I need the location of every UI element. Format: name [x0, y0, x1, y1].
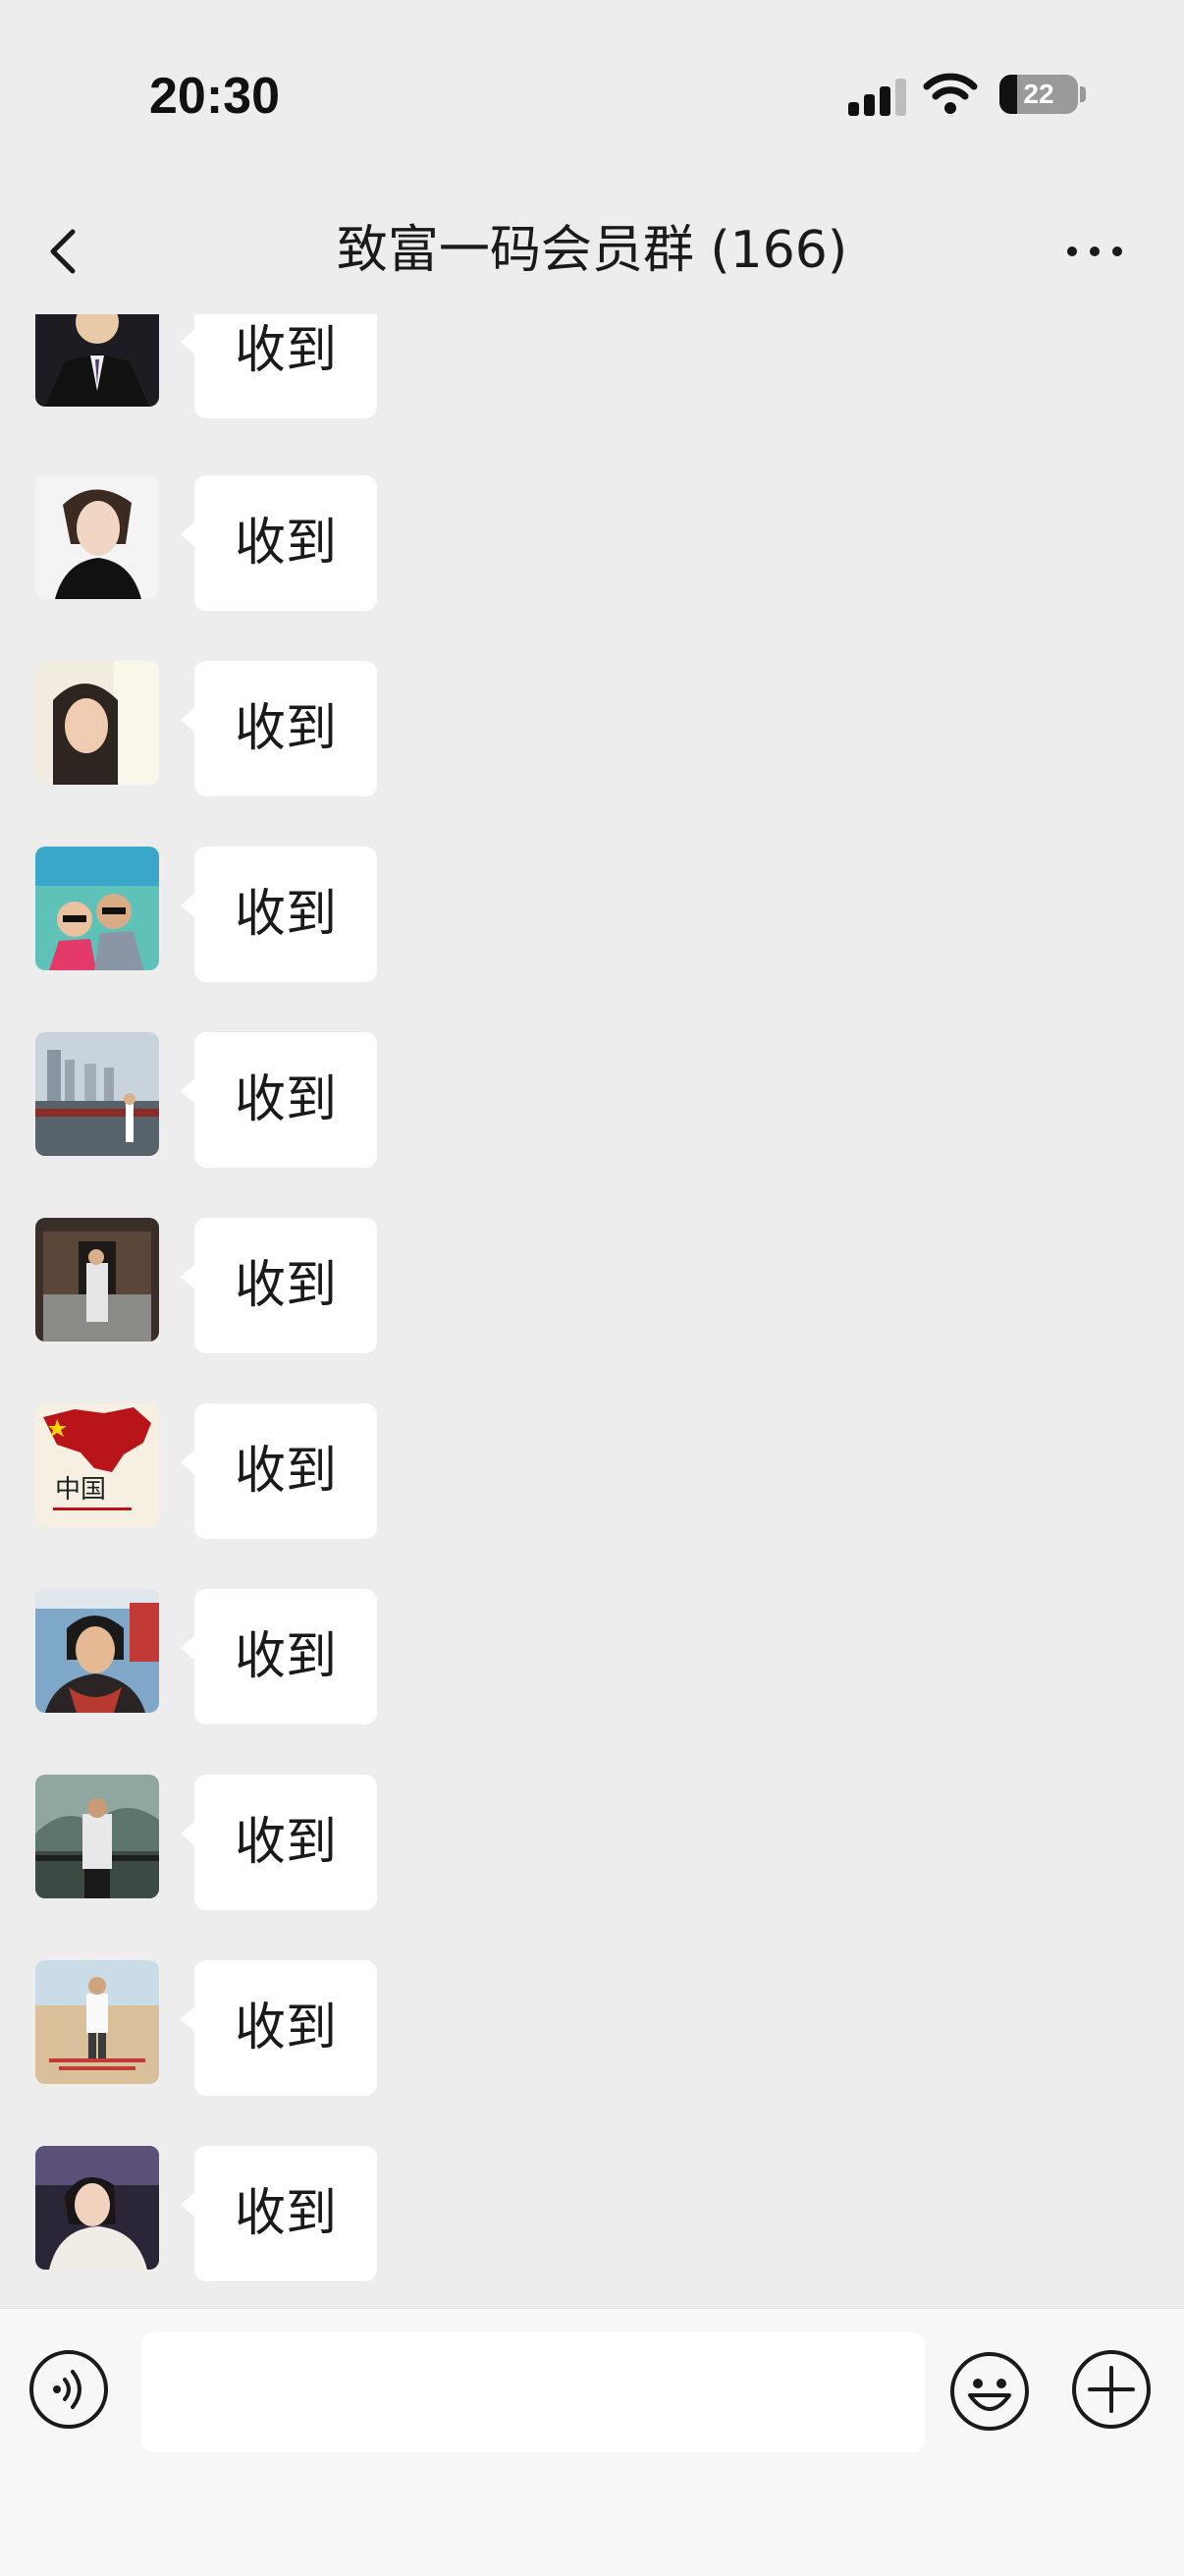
avatar[interactable]: [35, 2146, 159, 2270]
chat-message: 收到: [35, 314, 428, 420]
page-title: 致富一码会员群 (166): [336, 221, 848, 280]
chat-message: 收到: [35, 1589, 428, 1726]
message-bubble[interactable]: 收到: [181, 1403, 377, 1539]
more-dots-icon[interactable]: [1060, 226, 1129, 277]
message-bubble[interactable]: 收到: [181, 1218, 377, 1353]
emoji-icon[interactable]: [948, 2350, 1031, 2433]
chat-message-list[interactable]: 收到 收到 收到 收到 收到 收到 中国 收到 收到 收到 收到 收到: [0, 314, 1184, 2308]
voice-icon[interactable]: [27, 2348, 110, 2431]
avatar[interactable]: [35, 1775, 159, 1898]
avatar[interactable]: [35, 661, 159, 785]
message-bubble[interactable]: 收到: [181, 661, 377, 796]
cellular-signal-icon: [848, 77, 907, 116]
message-bubble[interactable]: 收到: [181, 1032, 377, 1168]
avatar[interactable]: [35, 314, 159, 407]
avatar[interactable]: [35, 1960, 159, 2084]
message-bubble[interactable]: 收到: [181, 2146, 377, 2281]
avatar[interactable]: [35, 847, 159, 970]
chevron-left-icon[interactable]: [39, 226, 90, 277]
chat-message: 收到: [35, 1960, 428, 2098]
battery-level: 22: [1023, 79, 1054, 109]
avatar[interactable]: [35, 1032, 159, 1156]
chat-message: 收到: [35, 1775, 428, 1912]
avatar[interactable]: [35, 475, 159, 599]
status-time: 20:30: [149, 68, 280, 125]
message-bubble[interactable]: 收到: [181, 1960, 377, 2096]
avatar[interactable]: [35, 1218, 159, 1342]
chat-message: 收到: [35, 1032, 428, 1170]
chat-message: 收到: [35, 1218, 428, 1355]
chat-message: 收到: [35, 2146, 428, 2283]
message-bubble[interactable]: 收到: [181, 475, 377, 611]
avatar-caption: 中国: [55, 1475, 106, 1505]
message-bubble[interactable]: 收到: [181, 1775, 377, 1910]
wifi-icon: [923, 73, 978, 114]
chat-message: 收到: [35, 475, 428, 613]
plus-circle-icon[interactable]: [1070, 2348, 1153, 2431]
message-bubble[interactable]: 收到: [181, 1589, 377, 1725]
message-bubble[interactable]: 收到: [181, 314, 377, 418]
nav-bar: 致富一码会员群 (166): [0, 187, 1184, 314]
battery-icon: 22: [999, 75, 1078, 114]
avatar[interactable]: [35, 1589, 159, 1713]
battery-tip: [1080, 86, 1086, 102]
avatar[interactable]: 中国: [35, 1403, 159, 1527]
status-bar: 20:30 22: [0, 0, 1184, 187]
chat-message: 收到: [35, 847, 428, 984]
chat-message: 收到: [35, 661, 428, 798]
message-input-bar: [0, 2308, 1184, 2576]
chat-message: 中国 收到: [35, 1403, 428, 1541]
message-input[interactable]: [141, 2332, 925, 2452]
message-bubble[interactable]: 收到: [181, 847, 377, 982]
